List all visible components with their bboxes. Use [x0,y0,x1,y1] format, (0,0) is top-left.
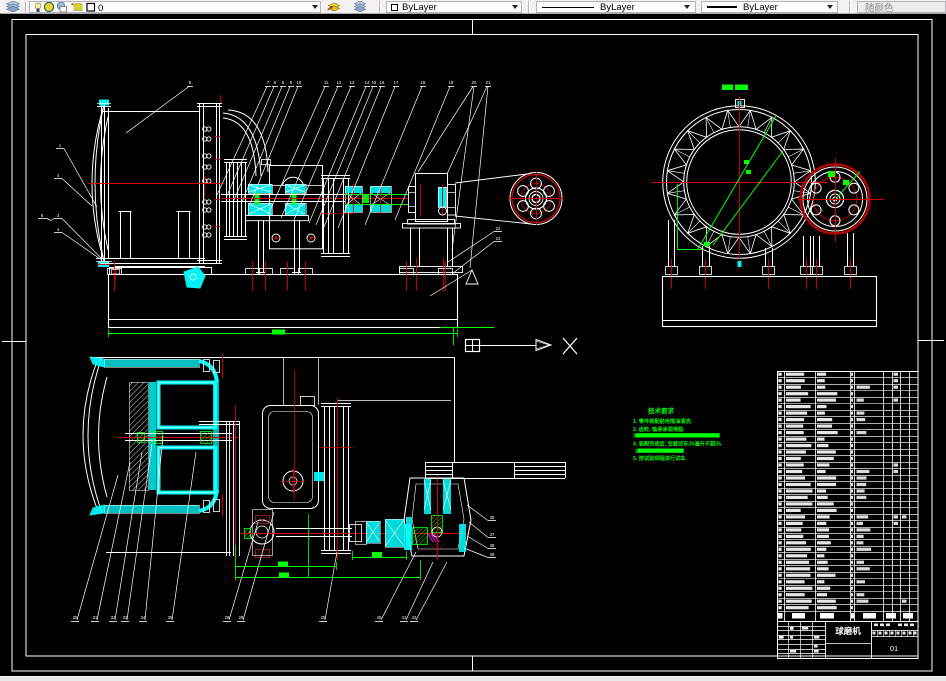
svg-text:4. 装配完成后, 空载试车2h温升不超35.: 4. 装配完成后, 空载试车2h温升不超35. [633,440,723,448]
svg-text:38: 38 [490,543,495,548]
svg-text:球磨机: 球磨机 [835,626,861,636]
svg-text:3: 3 [635,449,638,455]
svg-text:12: 12 [337,80,342,85]
svg-text:18: 18 [421,80,426,85]
svg-text:0: 0 [98,3,103,13]
svg-text:13: 13 [350,80,355,85]
svg-text:1. 零件装配前用煤油清洗.: 1. 零件装配前用煤油清洗. [633,417,693,425]
svg-text:19: 19 [449,80,454,85]
svg-text:23: 23 [496,236,501,241]
svg-text:5. 按试验规程进行试车.: 5. 按试验规程进行试车. [633,454,687,462]
svg-text:14: 14 [365,80,370,85]
svg-text:11: 11 [324,80,329,85]
svg-text:17: 17 [394,80,399,85]
svg-text:10: 10 [297,80,302,85]
svg-text:16: 16 [380,80,385,85]
svg-text:01: 01 [890,644,898,653]
svg-text:15: 15 [372,80,377,85]
svg-text:36: 36 [490,515,495,520]
svg-text:37: 37 [490,532,495,537]
svg-text:技术要求: 技术要求 [648,406,675,415]
svg-text:3: 3 [633,434,636,440]
svg-text:20: 20 [472,80,477,85]
svg-text:21: 21 [486,80,491,85]
svg-text:39: 39 [490,552,495,557]
svg-text:2. 齿轮, 轴承涂润滑脂.: 2. 齿轮, 轴承涂润滑脂. [633,425,685,433]
svg-text:22: 22 [496,226,501,231]
